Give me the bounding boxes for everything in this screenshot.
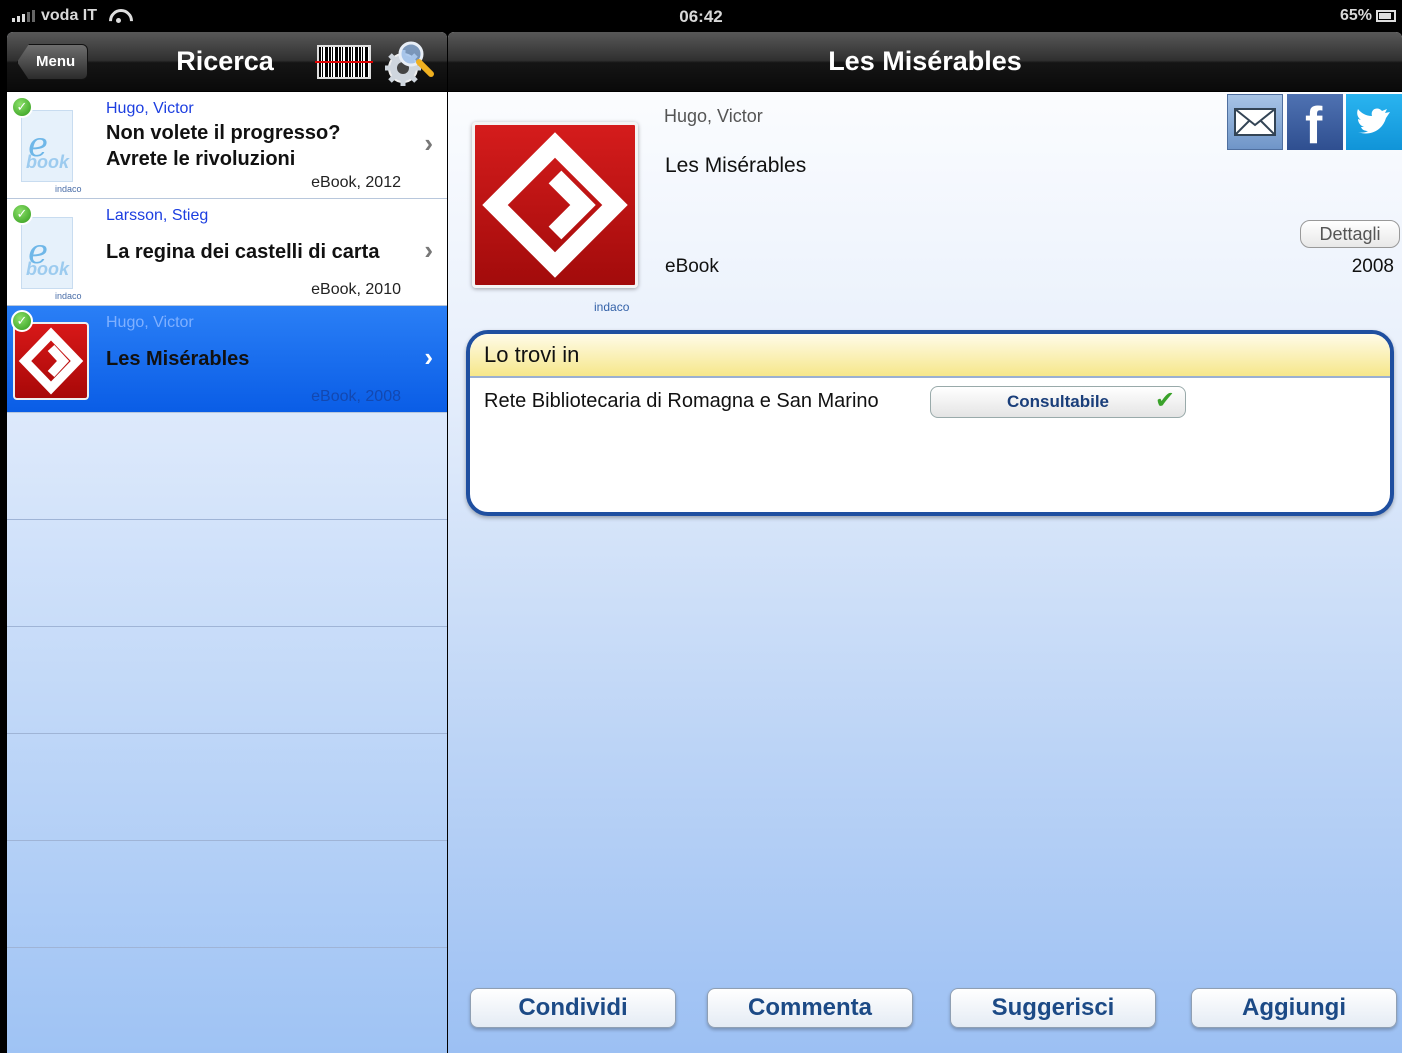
chevron-right-icon: › bbox=[424, 342, 433, 372]
share-button[interactable]: Condividi bbox=[470, 988, 676, 1028]
book-cover-thumbnail bbox=[13, 322, 89, 400]
book-cover bbox=[472, 122, 638, 288]
result-title: La regina dei castelli di carta bbox=[106, 241, 380, 263]
checkmark-icon: ✔ bbox=[1154, 387, 1175, 414]
detail-nav-title: Les Misérables bbox=[828, 46, 1022, 76]
detail-format: eBook bbox=[665, 256, 719, 277]
status-bar: voda IT 06:42 65% bbox=[0, 0, 1402, 32]
result-meta: eBook, 2008 bbox=[311, 388, 401, 405]
detail-year: 2008 bbox=[1351, 256, 1394, 277]
empty-row bbox=[7, 627, 447, 734]
indaco-logo: indaco bbox=[594, 300, 630, 314]
battery-percent: 65% bbox=[1339, 7, 1372, 24]
availability-status-button[interactable]: Consultabile ✔ bbox=[930, 386, 1186, 418]
ebook-thumbnail: e book bbox=[21, 110, 73, 182]
details-button[interactable]: Dettagli bbox=[1300, 220, 1400, 248]
detail-author: Hugo, Victor bbox=[664, 106, 763, 126]
library-name: Rete Bibliotecaria di Romagna e San Mari… bbox=[484, 390, 879, 412]
available-check-icon: ✓ bbox=[11, 96, 33, 118]
results-list: e book ✓ indaco Hugo, Victor Non volete … bbox=[7, 92, 447, 948]
clock: 06:42 bbox=[679, 7, 723, 26]
result-meta: eBook, 2012 bbox=[311, 174, 401, 191]
result-row[interactable]: e book ✓ indaco Larsson, Stieg La regina… bbox=[7, 199, 447, 306]
empty-row bbox=[7, 734, 447, 841]
facebook-share-icon[interactable]: f bbox=[1287, 94, 1343, 155]
left-nav-title: Ricerca bbox=[176, 46, 274, 76]
availability-status-label: Consultabile bbox=[1006, 392, 1109, 411]
right-navbar: Les Misérables bbox=[448, 32, 1402, 92]
comment-button[interactable]: Commenta bbox=[707, 988, 913, 1028]
search-results-pane: Menu Ricerca e book ✓ indaco Hugo, Victo… bbox=[7, 32, 447, 1053]
chevron-right-icon: › bbox=[424, 235, 433, 265]
result-title: Les Misérables bbox=[106, 348, 250, 370]
result-row[interactable]: e book ✓ indaco Hugo, Victor Non volete … bbox=[7, 92, 447, 199]
result-row-selected[interactable]: ✓ Hugo, Victor Les Misérables eBook, 200… bbox=[7, 306, 447, 413]
result-author: Larsson, Stieg bbox=[106, 207, 209, 224]
indaco-logo: indaco bbox=[55, 184, 82, 194]
available-check-icon: ✓ bbox=[11, 310, 33, 332]
ebook-thumbnail: e book bbox=[21, 217, 73, 289]
left-navbar: Menu Ricerca bbox=[7, 32, 447, 92]
empty-row bbox=[7, 841, 447, 948]
menu-button[interactable]: Menu bbox=[17, 44, 89, 80]
availability-row: Rete Bibliotecaria di Romagna e San Mari… bbox=[470, 378, 1390, 432]
result-title: Non volete il progresso? Avrete le rivol… bbox=[106, 122, 341, 170]
result-author: Hugo, Victor bbox=[106, 314, 194, 331]
chevron-right-icon: › bbox=[424, 128, 433, 158]
result-meta: eBook, 2010 bbox=[311, 281, 401, 298]
barcode-scan-icon[interactable] bbox=[315, 45, 373, 79]
search-settings-icon[interactable] bbox=[383, 38, 437, 88]
battery-icon bbox=[1376, 10, 1396, 22]
suggest-button[interactable]: Suggerisci bbox=[950, 988, 1156, 1028]
add-button[interactable]: Aggiungi bbox=[1191, 988, 1397, 1028]
detail-title: Les Misérables bbox=[665, 154, 807, 177]
detail-pane: Les Misérables indaco Hugo, Victor Les M… bbox=[448, 32, 1402, 1053]
empty-row bbox=[7, 520, 447, 627]
available-check-icon: ✓ bbox=[11, 203, 33, 225]
twitter-share-icon[interactable] bbox=[1346, 94, 1402, 150]
email-share-icon[interactable] bbox=[1227, 94, 1283, 150]
result-author: Hugo, Victor bbox=[106, 100, 194, 117]
availability-box: Lo trovi in Rete Bibliotecaria di Romagn… bbox=[466, 330, 1394, 516]
availability-header: Lo trovi in bbox=[470, 334, 1390, 378]
empty-row bbox=[7, 413, 447, 520]
indaco-logo: indaco bbox=[55, 291, 82, 301]
